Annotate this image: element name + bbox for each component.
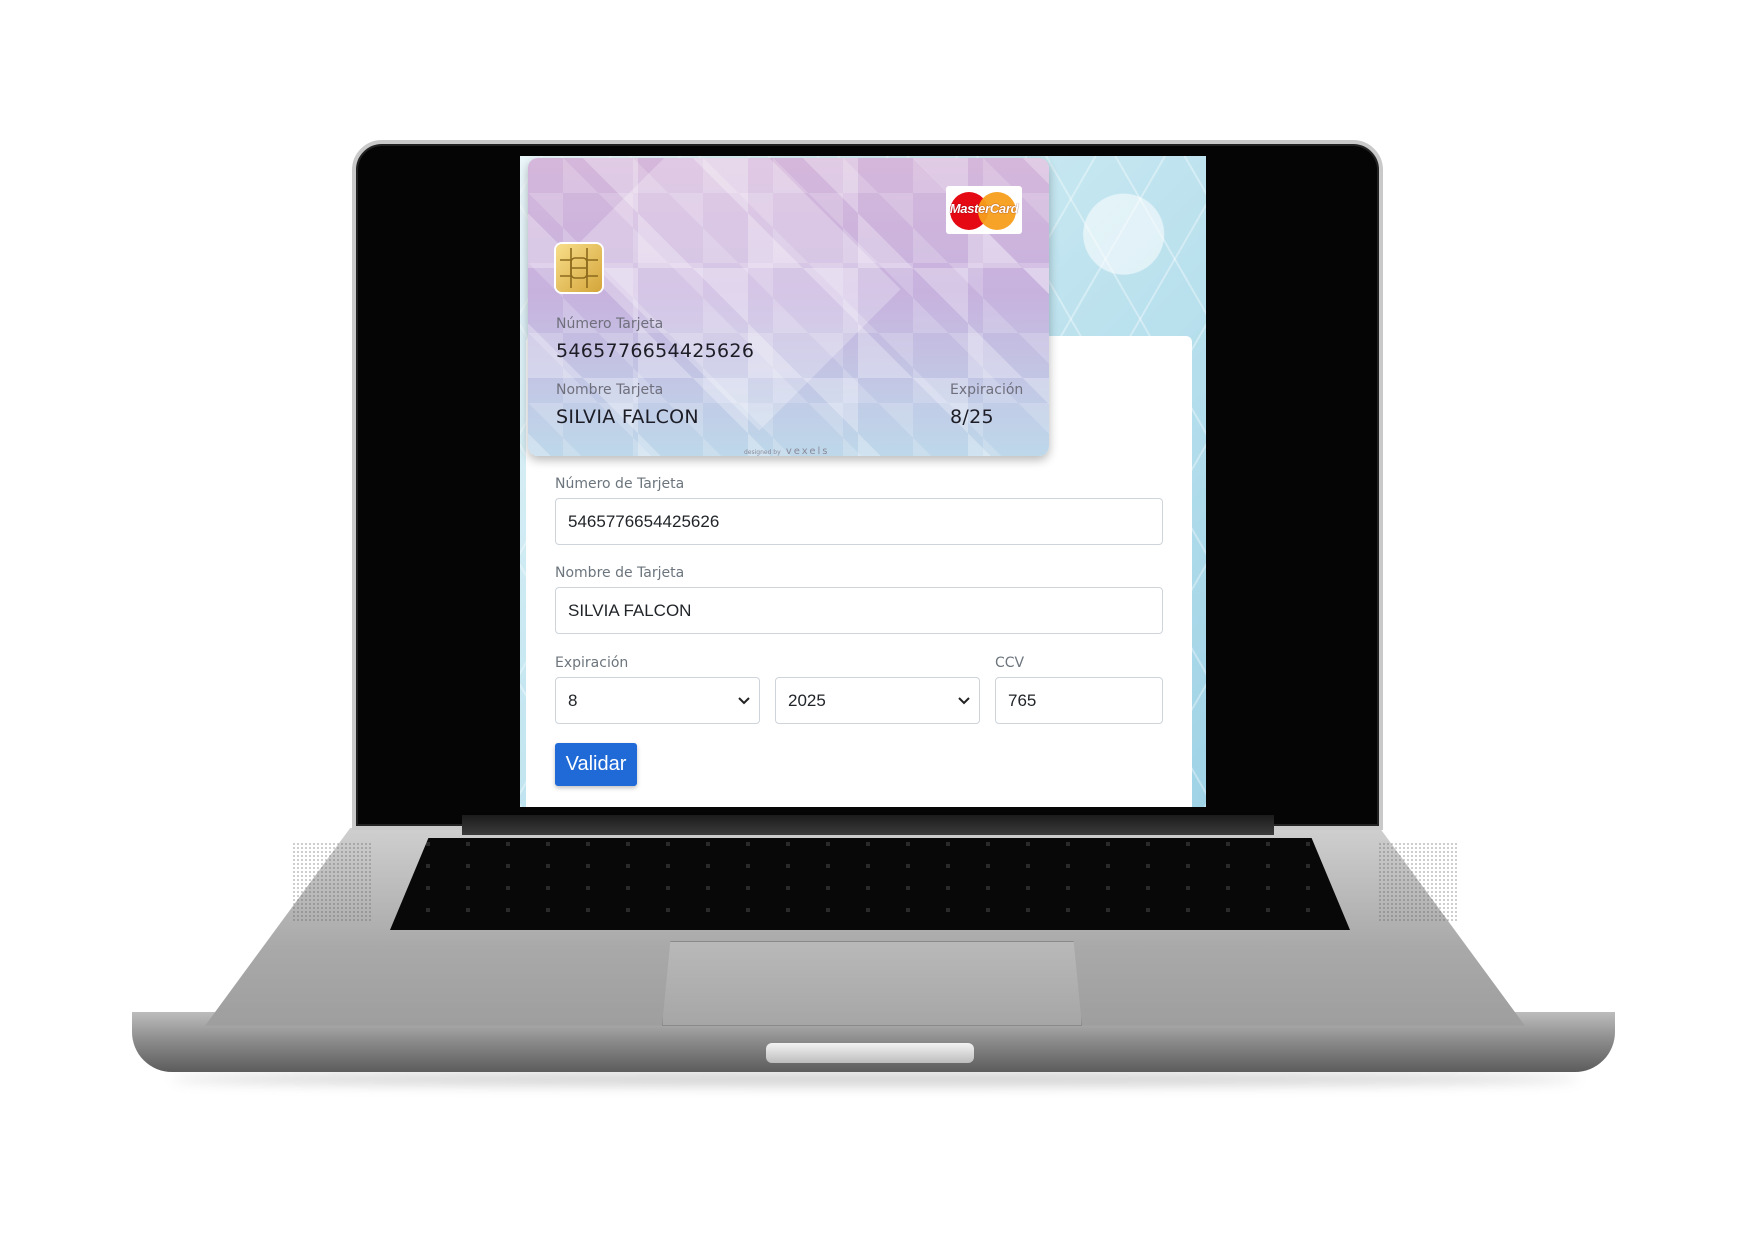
card-number-label: Número Tarjeta [556,316,664,332]
card-number-input[interactable]: 5465776654425626 [555,498,1163,545]
mastercard-logo: MasterCard [946,186,1022,234]
speaker-grille-left [292,842,372,922]
expiry-field-label: Expiración [555,655,629,671]
screen: MasterCard Número Tarjeta 54657766544256… [520,156,1206,807]
card-number: 5465776654425626 [556,340,755,362]
ccv-input[interactable]: 765 [995,677,1163,724]
card-name-input[interactable]: SILVIA FALCON [555,587,1163,634]
trackpad [662,941,1082,1026]
card-name: SILVIA FALCON [556,406,699,428]
card-name-field-label: Nombre de Tarjeta [555,565,685,581]
speaker-grille-right [1378,842,1458,922]
laptop-shadow [170,1072,1580,1086]
expiry-year-value: 2025 [788,691,826,710]
expiry-year-select[interactable]: 2025 [775,677,980,724]
card-expiry-label: Expiración [950,382,1024,398]
chevron-down-icon [737,678,751,723]
card-watermark: designed by vexels [744,446,830,456]
expiry-month-select[interactable]: 8 [555,677,760,724]
card-expiry: 8/25 [950,406,994,428]
keyboard [390,838,1350,930]
credit-card-preview: MasterCard Número Tarjeta 54657766544256… [528,158,1049,456]
chip-icon [556,244,602,292]
ccv-field-label: CCV [995,655,1025,671]
chevron-down-icon [957,678,971,723]
lid-notch [766,1043,974,1063]
laptop-hinge [462,815,1274,835]
validate-button[interactable]: Validar [555,743,637,786]
card-name-label: Nombre Tarjeta [556,382,664,398]
expiry-month-value: 8 [568,691,578,710]
card-brand: MasterCard [949,201,1019,216]
card-number-field-label: Número de Tarjeta [555,476,685,492]
